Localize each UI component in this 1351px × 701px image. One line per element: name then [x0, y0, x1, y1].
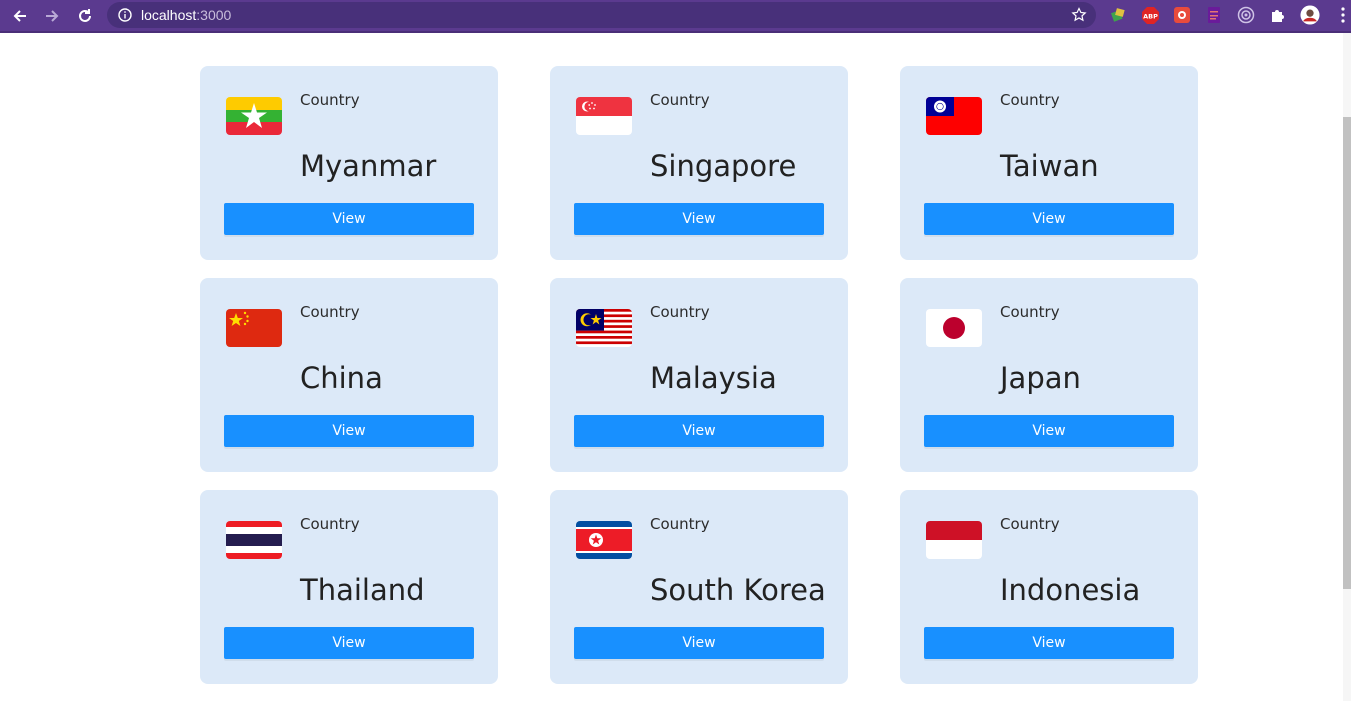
page-content: Country Myanmar View Country Singapore V… [0, 33, 1351, 701]
view-button[interactable]: View [224, 627, 474, 659]
target-extension-icon[interactable] [1236, 5, 1256, 25]
browser-toolbar: localhost:3000 ABP [0, 0, 1351, 33]
view-button[interactable]: View [574, 415, 824, 447]
country-card: Country South Korea View [550, 490, 848, 684]
country-name: Taiwan [1000, 149, 1099, 183]
info-icon [118, 8, 132, 22]
scrollbar-thumb[interactable] [1343, 117, 1351, 589]
forward-button[interactable] [40, 4, 64, 28]
country-label: Country [1000, 91, 1060, 109]
country-label: Country [300, 515, 360, 533]
address-bar[interactable]: localhost:3000 [107, 2, 1096, 28]
bookmark-star-icon[interactable] [1071, 7, 1087, 23]
china-flag-icon [226, 309, 282, 347]
thailand-flag-icon [226, 521, 282, 559]
url-host: localhost [141, 7, 197, 23]
country-label: Country [650, 303, 710, 321]
country-card: Country Malaysia View [550, 278, 848, 472]
country-card: Country China View [200, 278, 498, 472]
back-arrow-icon [13, 10, 26, 22]
country-name: China [300, 361, 383, 395]
south-korea-flag-icon [576, 521, 632, 559]
country-label: Country [650, 515, 710, 533]
reload-button[interactable] [73, 4, 97, 28]
view-button[interactable]: View [924, 415, 1174, 447]
country-name: Thailand [300, 573, 425, 607]
country-name: Malaysia [650, 361, 777, 395]
country-card: Country Japan View [900, 278, 1198, 472]
document-extension-icon[interactable] [1204, 5, 1224, 25]
view-button[interactable]: View [574, 203, 824, 235]
extensions-puzzle-icon[interactable] [1268, 5, 1288, 25]
view-button[interactable]: View [224, 203, 474, 235]
adblock-icon[interactable]: ABP [1140, 5, 1160, 25]
country-label: Country [650, 91, 710, 109]
country-name: Singapore [650, 149, 797, 183]
country-card: Country Taiwan View [900, 66, 1198, 260]
profile-avatar-icon[interactable] [1300, 5, 1320, 25]
country-label: Country [1000, 515, 1060, 533]
back-button[interactable] [8, 4, 32, 28]
country-name: Japan [1000, 361, 1081, 395]
taiwan-flag-icon [926, 97, 982, 135]
country-label: Country [1000, 303, 1060, 321]
url-text[interactable]: localhost:3000 [141, 7, 231, 23]
country-grid: Country Myanmar View Country Singapore V… [200, 66, 1198, 684]
country-name: South Korea [650, 573, 826, 607]
myanmar-flag-icon [226, 97, 282, 135]
japan-flag-icon [926, 309, 982, 347]
reload-icon [79, 9, 91, 22]
country-label: Country [300, 303, 360, 321]
svg-text:ABP: ABP [1143, 12, 1158, 20]
url-port: :3000 [196, 7, 232, 23]
country-name: Indonesia [1000, 573, 1141, 607]
browser-menu-icon[interactable] [1333, 5, 1351, 25]
country-card: Country Myanmar View [200, 66, 498, 260]
extension-puzzle-app-icon[interactable] [1108, 5, 1128, 25]
view-button[interactable]: View [924, 203, 1174, 235]
indonesia-flag-icon [926, 521, 982, 559]
extension-red-icon[interactable] [1172, 5, 1192, 25]
malaysia-flag-icon [576, 309, 632, 347]
country-card: Country Singapore View [550, 66, 848, 260]
country-card: Country Indonesia View [900, 490, 1198, 684]
view-button[interactable]: View [224, 415, 474, 447]
country-card: Country Thailand View [200, 490, 498, 684]
country-name: Myanmar [300, 149, 437, 183]
view-button[interactable]: View [924, 627, 1174, 659]
forward-arrow-icon [46, 10, 59, 22]
view-button[interactable]: View [574, 627, 824, 659]
singapore-flag-icon [576, 97, 632, 135]
country-label: Country [300, 91, 360, 109]
